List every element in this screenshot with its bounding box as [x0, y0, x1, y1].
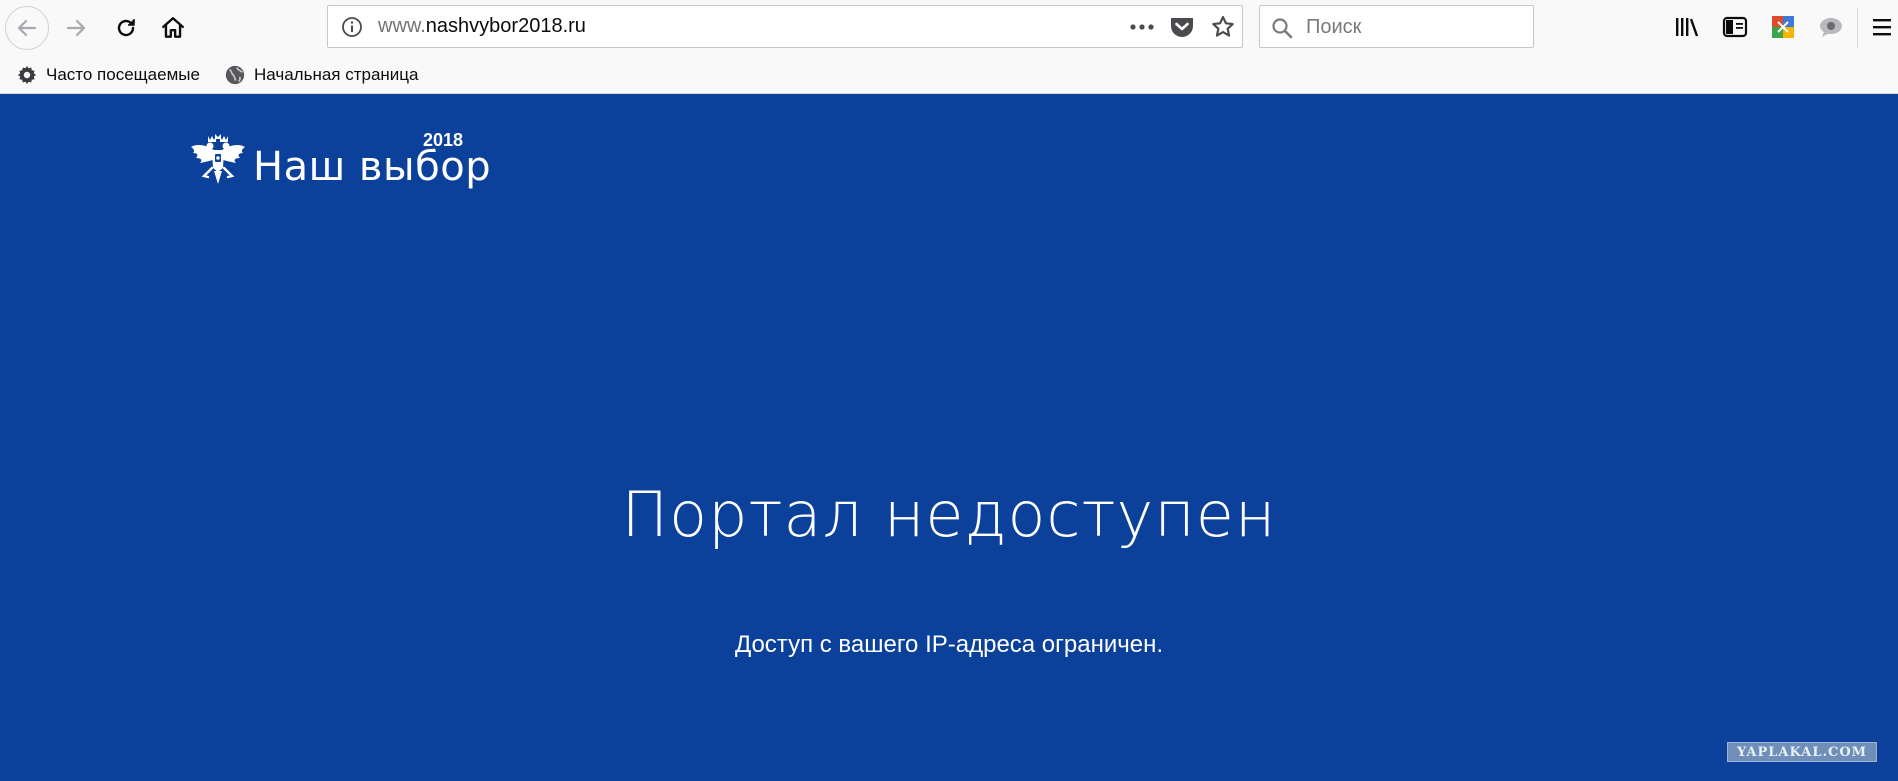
reload-icon	[117, 19, 135, 37]
site-info-icon[interactable]	[340, 15, 364, 39]
sidebar-toggle-button[interactable]	[1721, 13, 1749, 41]
reload-button[interactable]	[104, 6, 148, 50]
gear-icon	[17, 65, 37, 85]
url-text[interactable]: www.nashvybor2018.ru	[378, 6, 586, 47]
address-bar[interactable]: www.nashvybor2018.ru	[327, 5, 1243, 48]
bookmark-star-button[interactable]	[1209, 14, 1237, 40]
home-icon	[162, 17, 184, 38]
hamburger-menu-icon	[1873, 19, 1891, 36]
pocket-icon	[1171, 18, 1193, 37]
page-actions-button[interactable]	[1128, 14, 1156, 40]
page-content: Наш выбор 2018 Портал недоступен Доступ …	[0, 94, 1898, 781]
arrow-right-icon	[66, 19, 86, 37]
library-button[interactable]	[1673, 13, 1701, 41]
search-input[interactable]	[1304, 12, 1528, 43]
colorful-extension-icon	[1772, 16, 1794, 38]
more-horizontal-icon	[1130, 24, 1154, 30]
bookmark-label: Часто посещаемые	[46, 65, 200, 84]
star-icon	[1212, 15, 1234, 37]
bookmark-start-page[interactable]: Начальная страница	[224, 62, 419, 88]
pocket-button[interactable]	[1168, 14, 1196, 40]
watermark-label: YAPLAKAL.COM	[1727, 742, 1877, 762]
extension-button[interactable]	[1769, 13, 1797, 41]
error-headline: Портал недоступен	[621, 478, 1277, 551]
privacy-extension-button[interactable]	[1817, 13, 1845, 41]
forward-button[interactable]	[54, 6, 98, 50]
back-button[interactable]	[5, 6, 49, 50]
search-bar[interactable]	[1259, 5, 1534, 48]
logo-year: 2018	[423, 130, 464, 150]
double-headed-eagle-icon	[191, 134, 245, 184]
bookmark-most-visited[interactable]: Часто посещаемые	[16, 62, 200, 88]
globe-icon	[225, 65, 245, 85]
url-host: nashvybor2018.ru	[425, 15, 586, 37]
browser-toolbar: www.nashvybor2018.ru	[0, 0, 1898, 57]
site-logo[interactable]: Наш выбор 2018	[190, 130, 491, 190]
menu-button[interactable]	[1868, 13, 1896, 41]
bookmark-label: Начальная страница	[254, 65, 419, 84]
toolbar-divider	[1857, 8, 1858, 48]
library-icon	[1676, 18, 1699, 37]
home-button[interactable]	[151, 6, 195, 50]
arrow-left-icon	[17, 19, 37, 37]
sidebar-icon	[1722, 16, 1748, 38]
error-message: Доступ с вашего IP-адреса ограничен.	[734, 631, 1164, 658]
search-icon	[1270, 16, 1294, 40]
speech-bubble-icon	[1820, 18, 1842, 37]
url-prefix: www.	[378, 15, 426, 37]
